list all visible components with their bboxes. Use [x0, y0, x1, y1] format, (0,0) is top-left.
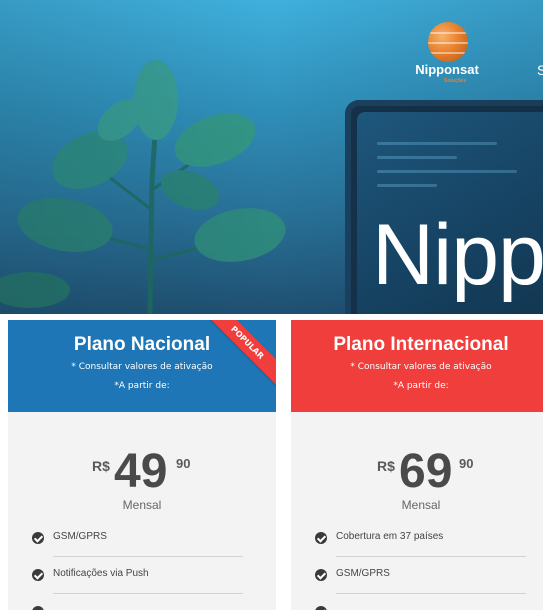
- check-circle-icon: [32, 569, 44, 581]
- price-period: Mensal: [401, 498, 441, 512]
- check-circle-icon: [315, 532, 327, 544]
- feature-text: GSM/GPRS: [53, 531, 107, 542]
- divider: [53, 556, 243, 557]
- brand-subtitle: Soluções: [444, 78, 467, 84]
- check-circle-icon: [315, 606, 327, 610]
- price-currency: R$: [377, 458, 395, 474]
- feature-text: Notificações via Push: [53, 568, 149, 579]
- divider: [336, 593, 526, 594]
- price-amount: 69: [399, 445, 453, 498]
- plan-title: Plano Internacional: [333, 334, 509, 355]
- globe-icon: [428, 22, 468, 62]
- hero-title: Nipp: [372, 207, 543, 303]
- price-period: Mensal: [122, 498, 162, 512]
- feature-item: [8, 598, 276, 610]
- feature-item: [291, 598, 543, 610]
- brand-name: Nipponsat: [415, 62, 479, 77]
- plan-price: R$ 49 90 Mensal: [8, 434, 276, 516]
- price-amount: 49: [114, 445, 168, 498]
- plan-from-label: *A partir de:: [393, 381, 449, 391]
- pricing-card-nacional: Plano Nacional * Consultar valores de at…: [8, 320, 276, 610]
- check-circle-icon: [32, 606, 44, 610]
- plan-note: * Consultar valores de ativação: [71, 362, 213, 372]
- feature-list: GSM/GPRS Notificações via Push: [8, 524, 276, 610]
- feature-item: GSM/GPRS: [8, 524, 276, 561]
- feature-text: Cobertura em 37 países: [336, 531, 444, 542]
- card-header: Plano Nacional * Consultar valores de at…: [8, 320, 276, 412]
- divider: [336, 556, 526, 557]
- check-circle-icon: [315, 569, 327, 581]
- check-circle-icon: [32, 532, 44, 544]
- feature-list: Cobertura em 37 países GSM/GPRS: [291, 524, 543, 610]
- price-currency: R$: [92, 458, 110, 474]
- feature-item: GSM/GPRS: [291, 561, 543, 598]
- price-cents: 90: [459, 456, 474, 471]
- feature-item: Notificações via Push: [8, 561, 276, 598]
- card-header: Plano Internacional * Consultar valores …: [291, 320, 543, 412]
- hero-banner: Nipponsat Soluções S Nipp: [0, 0, 543, 314]
- plan-from-label: *A partir de:: [114, 381, 170, 391]
- pricing-card-internacional: Plano Internacional * Consultar valores …: [291, 320, 543, 610]
- plan-price: R$ 69 90 Mensal: [291, 434, 543, 516]
- feature-text: GSM/GPRS: [336, 568, 390, 579]
- brand-logo[interactable]: Nipponsat Soluções: [406, 22, 488, 86]
- plan-note: * Consultar valores de ativação: [350, 362, 492, 372]
- divider: [53, 593, 243, 594]
- feature-item: Cobertura em 37 países: [291, 524, 543, 561]
- nav-item[interactable]: S: [537, 62, 543, 78]
- price-cents: 90: [176, 456, 191, 471]
